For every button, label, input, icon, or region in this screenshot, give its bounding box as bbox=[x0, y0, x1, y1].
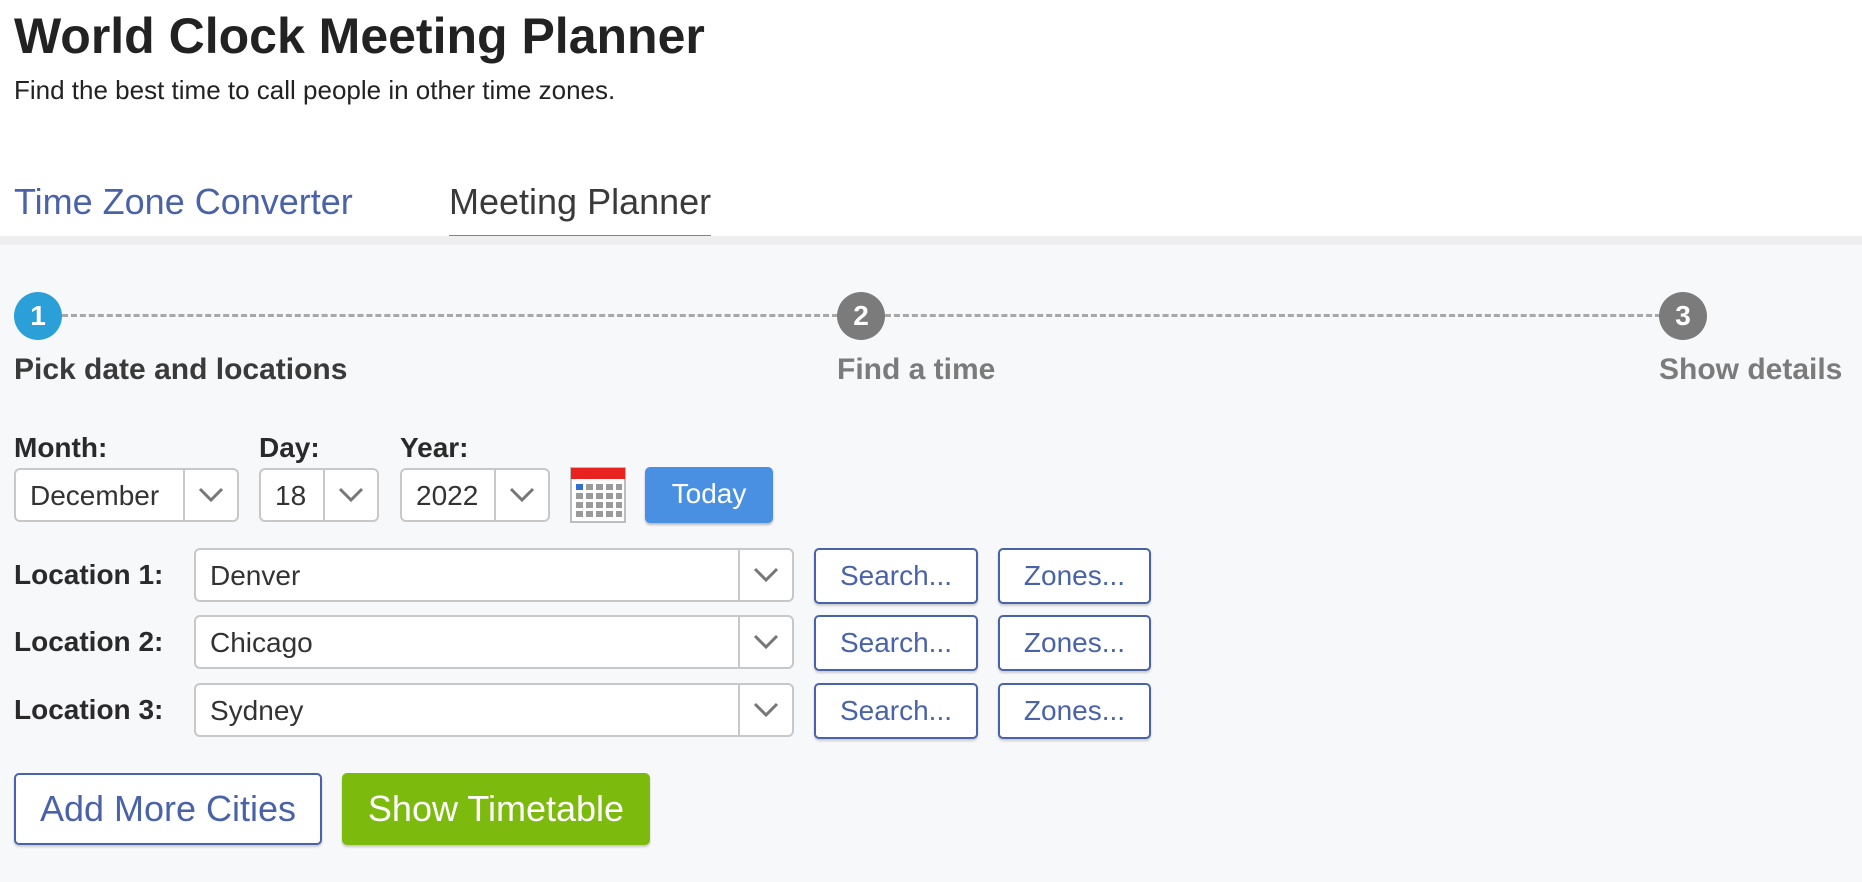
day-select[interactable]: 18 bbox=[259, 468, 379, 522]
location-3-zones-button[interactable]: Zones... bbox=[998, 683, 1151, 739]
location-1-zones-button[interactable]: Zones... bbox=[998, 548, 1151, 604]
step-connector bbox=[885, 314, 1661, 317]
location-1-select[interactable]: Denver bbox=[194, 548, 794, 602]
step-1-indicator: 1 bbox=[14, 292, 62, 340]
tab-time-zone-converter[interactable]: Time Zone Converter bbox=[14, 180, 353, 224]
calendar-icon[interactable] bbox=[570, 467, 626, 523]
step-3-label: Show details bbox=[1659, 353, 1843, 386]
month-label: Month: bbox=[14, 432, 108, 463]
location-2-search-button[interactable]: Search... bbox=[814, 615, 978, 671]
year-value: 2022 bbox=[416, 480, 479, 511]
chevron-down-icon bbox=[738, 550, 792, 600]
show-timetable-button[interactable]: Show Timetable bbox=[342, 773, 650, 845]
step-3-indicator: 3 bbox=[1659, 292, 1707, 340]
meeting-planner-page: World Clock Meeting Planner Find the bes… bbox=[0, 0, 1862, 882]
chevron-down-icon bbox=[738, 685, 792, 735]
location-3-value: Sydney bbox=[210, 695, 304, 726]
location-3-label: Location 3: bbox=[14, 694, 164, 725]
page-subtitle: Find the best time to call people in oth… bbox=[14, 75, 616, 105]
chevron-down-icon bbox=[738, 617, 792, 667]
chevron-down-icon bbox=[183, 470, 237, 520]
location-2-value: Chicago bbox=[210, 627, 313, 658]
location-2-label: Location 2: bbox=[14, 626, 164, 657]
location-3-select[interactable]: Sydney bbox=[194, 683, 794, 737]
step-connector bbox=[62, 314, 838, 317]
location-3-search-button[interactable]: Search... bbox=[814, 683, 978, 739]
tab-meeting-planner[interactable]: Meeting Planner bbox=[449, 180, 711, 224]
step-2-label: Find a time bbox=[837, 353, 996, 386]
location-2-zones-button[interactable]: Zones... bbox=[998, 615, 1151, 671]
location-1-value: Denver bbox=[210, 560, 301, 591]
step-2-indicator: 2 bbox=[837, 292, 885, 340]
day-value: 18 bbox=[275, 480, 307, 511]
location-1-label: Location 1: bbox=[14, 559, 164, 590]
year-label: Year: bbox=[400, 432, 469, 463]
add-more-cities-button[interactable]: Add More Cities bbox=[14, 773, 322, 845]
month-value: December bbox=[30, 480, 160, 511]
month-select[interactable]: December bbox=[14, 468, 239, 522]
location-1-search-button[interactable]: Search... bbox=[814, 548, 978, 604]
location-2-select[interactable]: Chicago bbox=[194, 615, 794, 669]
day-label: Day: bbox=[259, 432, 320, 463]
year-select[interactable]: 2022 bbox=[400, 468, 550, 522]
page-title: World Clock Meeting Planner bbox=[14, 8, 705, 64]
tab-bar: Time Zone Converter Meeting Planner bbox=[0, 170, 1862, 244]
step-1-label: Pick date and locations bbox=[14, 353, 348, 386]
chevron-down-icon bbox=[323, 470, 377, 520]
today-button[interactable]: Today bbox=[645, 467, 773, 523]
chevron-down-icon bbox=[494, 470, 548, 520]
